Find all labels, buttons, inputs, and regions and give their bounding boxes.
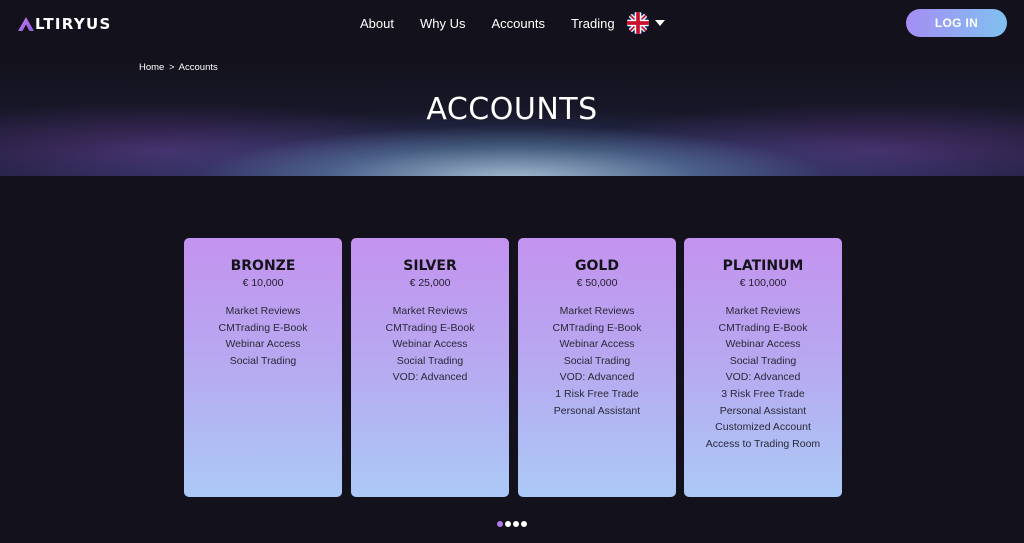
feature-item: CMTrading E-Book bbox=[718, 321, 808, 334]
pagination-dot-4[interactable] bbox=[521, 521, 527, 527]
logo[interactable]: LTIRYUS bbox=[18, 14, 112, 34]
feature-item: Social Trading bbox=[729, 354, 797, 367]
feature-item: VOD: Advanced bbox=[392, 371, 468, 384]
feature-item: CMTrading E-Book bbox=[385, 321, 475, 334]
card-price: € 100,000 bbox=[739, 277, 787, 289]
logo-text: LTIRYUS bbox=[35, 15, 112, 33]
feature-item: CMTrading E-Book bbox=[552, 321, 642, 334]
nav-item-why-us[interactable]: Why Us bbox=[420, 16, 466, 31]
feature-item: Customized Account bbox=[715, 421, 811, 434]
pagination-dot-2[interactable] bbox=[505, 521, 511, 527]
carousel-pagination bbox=[497, 521, 529, 527]
uk-flag-icon bbox=[627, 12, 649, 34]
page: LTIRYUS About Why Us Accounts Trading LO… bbox=[0, 0, 1024, 543]
breadcrumb-current: Accounts bbox=[178, 62, 218, 73]
language-selector[interactable] bbox=[627, 12, 665, 34]
main-nav: About Why Us Accounts Trading bbox=[360, 14, 641, 32]
feature-item: Access to Trading Room bbox=[705, 437, 821, 450]
feature-item: Market Reviews bbox=[559, 305, 635, 317]
feature-item: Social Trading bbox=[396, 354, 464, 367]
feature-item: Market Reviews bbox=[392, 305, 468, 317]
page-background bbox=[0, 176, 1024, 543]
breadcrumb-home[interactable]: Home bbox=[139, 62, 164, 73]
feature-list: Market Reviews CMTrading E-Book Webinar … bbox=[684, 303, 842, 452]
nav-item-accounts[interactable]: Accounts bbox=[491, 16, 544, 31]
breadcrumb-separator: > bbox=[168, 62, 175, 73]
card-title: SILVER bbox=[403, 258, 457, 274]
feature-item: VOD: Advanced bbox=[559, 371, 635, 384]
feature-item: Personal Assistant bbox=[719, 404, 807, 417]
chevron-down-icon bbox=[655, 20, 665, 26]
feature-item: Market Reviews bbox=[725, 305, 801, 317]
card-title: GOLD bbox=[575, 258, 619, 274]
account-card-bronze[interactable]: BRONZE € 10,000 Market Reviews CMTrading… bbox=[184, 238, 342, 497]
feature-item: Social Trading bbox=[229, 354, 297, 367]
account-card-silver[interactable]: SILVER € 25,000 Market Reviews CMTrading… bbox=[351, 238, 509, 497]
card-title: PLATINUM bbox=[722, 258, 804, 274]
feature-item: Webinar Access bbox=[225, 338, 301, 351]
logo-a-icon bbox=[18, 17, 34, 31]
pagination-dot-1[interactable] bbox=[497, 521, 503, 527]
feature-list: Market Reviews CMTrading E-Book Webinar … bbox=[184, 303, 342, 369]
account-card-platinum[interactable]: PLATINUM € 100,000 Market Reviews CMTrad… bbox=[684, 238, 842, 497]
card-title: BRONZE bbox=[230, 258, 296, 274]
feature-item: Webinar Access bbox=[559, 338, 635, 351]
pagination-dot-3[interactable] bbox=[513, 521, 519, 527]
feature-item: VOD: Advanced bbox=[725, 371, 801, 384]
login-button[interactable]: LOG IN bbox=[906, 9, 1007, 37]
card-price: € 25,000 bbox=[409, 277, 451, 289]
feature-item: Webinar Access bbox=[725, 338, 801, 351]
card-price: € 10,000 bbox=[242, 277, 284, 289]
feature-item: Webinar Access bbox=[392, 338, 468, 351]
nav-item-trading[interactable]: Trading bbox=[571, 16, 615, 31]
feature-list: Market Reviews CMTrading E-Book Webinar … bbox=[351, 303, 509, 386]
nav-item-about[interactable]: About bbox=[360, 16, 394, 31]
account-card-gold[interactable]: GOLD € 50,000 Market Reviews CMTrading E… bbox=[518, 238, 676, 497]
feature-item: 3 Risk Free Trade bbox=[721, 387, 805, 400]
breadcrumb: Home > Accounts bbox=[139, 62, 220, 73]
feature-item: CMTrading E-Book bbox=[218, 321, 308, 334]
feature-item: Market Reviews bbox=[225, 305, 301, 317]
feature-list: Market Reviews CMTrading E-Book Webinar … bbox=[518, 303, 676, 419]
feature-item: 1 Risk Free Trade bbox=[555, 387, 639, 400]
card-price: € 50,000 bbox=[576, 277, 618, 289]
feature-item: Social Trading bbox=[563, 354, 631, 367]
feature-item: Personal Assistant bbox=[553, 404, 641, 417]
page-title: ACCOUNTS bbox=[426, 92, 598, 127]
